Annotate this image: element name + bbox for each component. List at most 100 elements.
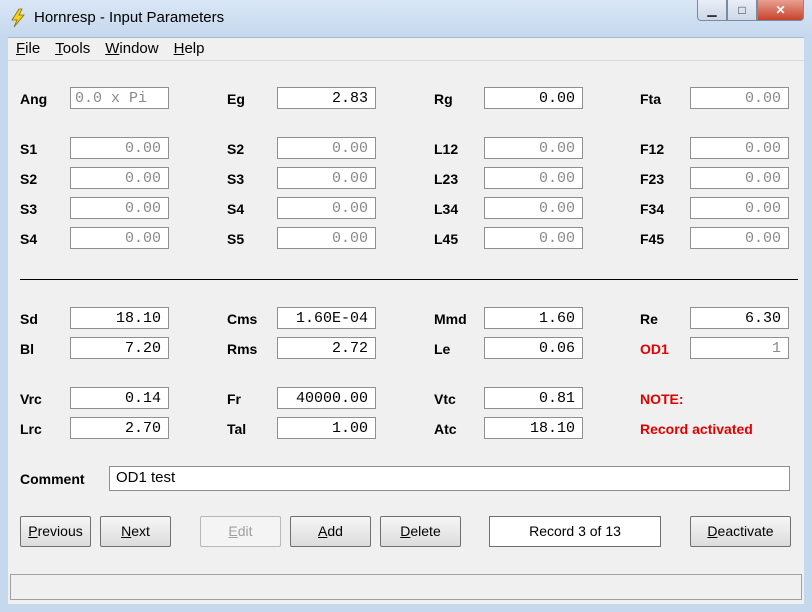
rms-label: Rms — [227, 341, 258, 357]
window-border-bottom — [0, 604, 812, 612]
rms-field[interactable]: 2.72 — [277, 337, 376, 359]
horn-row3-col3-label: L34 — [434, 201, 459, 217]
bl-field[interactable]: 7.20 — [70, 337, 169, 359]
horn-row4-col2-field[interactable]: 0.00 — [277, 227, 376, 249]
mmd-field[interactable]: 1.60 — [484, 307, 583, 329]
tal-label: Tal — [227, 421, 247, 437]
window-border-left — [0, 37, 8, 612]
horn-row4-col1-field[interactable]: 0.00 — [70, 227, 169, 249]
le-label: Le — [434, 341, 451, 357]
horn-row3-col3-field[interactable]: 0.00 — [484, 197, 583, 219]
le-field[interactable]: 0.06 — [484, 337, 583, 359]
record-indicator: Record 3 of 13 — [489, 516, 661, 547]
horn-row3-col1-field[interactable]: 0.00 — [70, 197, 169, 219]
menu-file-label: ile — [25, 40, 41, 57]
menu-tools-label: ools — [62, 40, 91, 57]
re-field[interactable]: 6.30 — [690, 307, 789, 329]
edit-label: dit — [237, 523, 253, 539]
horn-row2-col4-field[interactable]: 0.00 — [690, 167, 789, 189]
menu-file-accel: F — [16, 40, 26, 57]
horn-row3-col2-label: S4 — [227, 201, 245, 217]
add-button[interactable]: Add — [290, 516, 371, 547]
previous-button[interactable]: Previous — [20, 516, 91, 547]
minimize-button[interactable]: ▁ — [697, 0, 727, 21]
horn-row1-col2-label: S2 — [227, 141, 245, 157]
horn-row3-col2-field[interactable]: 0.00 — [277, 197, 376, 219]
fta-field[interactable]: 0.00 — [690, 87, 789, 109]
horn-row2-col3-field[interactable]: 0.00 — [484, 167, 583, 189]
menu-file[interactable]: File — [8, 38, 47, 60]
horn-row4-col4-label: F45 — [640, 231, 665, 247]
vrc-field[interactable]: 0.14 — [70, 387, 169, 409]
horn-row2-col4-label: F23 — [640, 171, 665, 187]
sd-field[interactable]: 18.10 — [70, 307, 169, 329]
horn-row1-col1-field[interactable]: 0.00 — [70, 137, 169, 159]
mmd-label: Mmd — [434, 311, 467, 327]
vrc-label: Vrc — [20, 391, 42, 407]
menu-help[interactable]: Help — [166, 38, 212, 60]
ang-field[interactable]: 0.0 x Pi — [70, 87, 169, 109]
tal-field[interactable]: 1.00 — [277, 417, 376, 439]
menu-help-accel: H — [173, 40, 185, 57]
maximize-button[interactable]: □ — [727, 0, 757, 21]
deactivate-label: eactivate — [717, 523, 774, 539]
lightning-bolt-icon — [11, 8, 25, 28]
previous-label: revious — [37, 523, 83, 539]
fr-label: Fr — [227, 391, 241, 407]
horn-row2-col1-field[interactable]: 0.00 — [70, 167, 169, 189]
section-divider — [20, 279, 798, 280]
note-message: Record activated — [640, 421, 753, 437]
horn-row1-col3-field[interactable]: 0.00 — [484, 137, 583, 159]
minimize-icon: ▁ — [707, 3, 717, 17]
delete-button[interactable]: Delete — [380, 516, 461, 547]
next-button[interactable]: Next — [100, 516, 171, 547]
rg-label: Rg — [434, 91, 453, 107]
horn-row1-col3-label: L12 — [434, 141, 459, 157]
fr-field[interactable]: 40000.00 — [277, 387, 376, 409]
lrc-field[interactable]: 2.70 — [70, 417, 169, 439]
edit-button[interactable]: Edit — [200, 516, 281, 547]
comment-field[interactable]: OD1 test — [109, 466, 790, 491]
menu-tools-accel: T — [55, 40, 63, 57]
window-border-right — [804, 37, 812, 612]
od1-field[interactable]: 1 — [690, 337, 789, 359]
horn-row1-col4-field[interactable]: 0.00 — [690, 137, 789, 159]
atc-label: Atc — [434, 421, 457, 437]
cms-label: Cms — [227, 311, 258, 327]
menu-help-label: elp — [184, 40, 205, 57]
input-parameters-panel: Ang 0.0 x Pi Eg 2.83 Rg 0.00 Fta 0.00 S1… — [8, 61, 804, 604]
horn-row2-col2-label: S3 — [227, 171, 245, 187]
eg-label: Eg — [227, 91, 245, 107]
fta-label: Fta — [640, 91, 661, 107]
menu-window-label: indow — [119, 40, 159, 57]
deactivate-button[interactable]: Deactivate — [690, 516, 791, 547]
horn-row1-col4-label: F12 — [640, 141, 665, 157]
menu-bar: File Tools Window Help — [8, 38, 804, 61]
menu-tools[interactable]: Tools — [47, 38, 97, 60]
vtc-field[interactable]: 0.81 — [484, 387, 583, 409]
horn-row4-col4-field[interactable]: 0.00 — [690, 227, 789, 249]
eg-field[interactable]: 2.83 — [277, 87, 376, 109]
horn-row3-col4-field[interactable]: 0.00 — [690, 197, 789, 219]
atc-field[interactable]: 18.10 — [484, 417, 583, 439]
horn-row1-col1-label: S1 — [20, 141, 38, 157]
rg-field[interactable]: 0.00 — [484, 87, 583, 109]
horn-row1-col2-field[interactable]: 0.00 — [277, 137, 376, 159]
note-label: NOTE: — [640, 391, 684, 407]
add-label: dd — [327, 523, 343, 539]
delete-accel: D — [400, 523, 411, 539]
comment-label: Comment — [20, 471, 85, 487]
cms-field[interactable]: 1.60E-04 — [277, 307, 376, 329]
horn-row2-col2-field[interactable]: 0.00 — [277, 167, 376, 189]
horn-row4-col3-field[interactable]: 0.00 — [484, 227, 583, 249]
deactivate-accel: D — [707, 523, 718, 539]
add-accel: A — [318, 523, 328, 539]
horn-row4-col1-label: S4 — [20, 231, 38, 247]
horn-row3-col4-label: F34 — [640, 201, 665, 217]
horn-row4-col3-label: L45 — [434, 231, 459, 247]
close-button[interactable]: ✕ — [757, 0, 804, 21]
next-accel: N — [121, 523, 132, 539]
edit-accel: E — [228, 523, 238, 539]
delete-label: elete — [410, 523, 441, 539]
menu-window[interactable]: Window — [97, 38, 165, 60]
